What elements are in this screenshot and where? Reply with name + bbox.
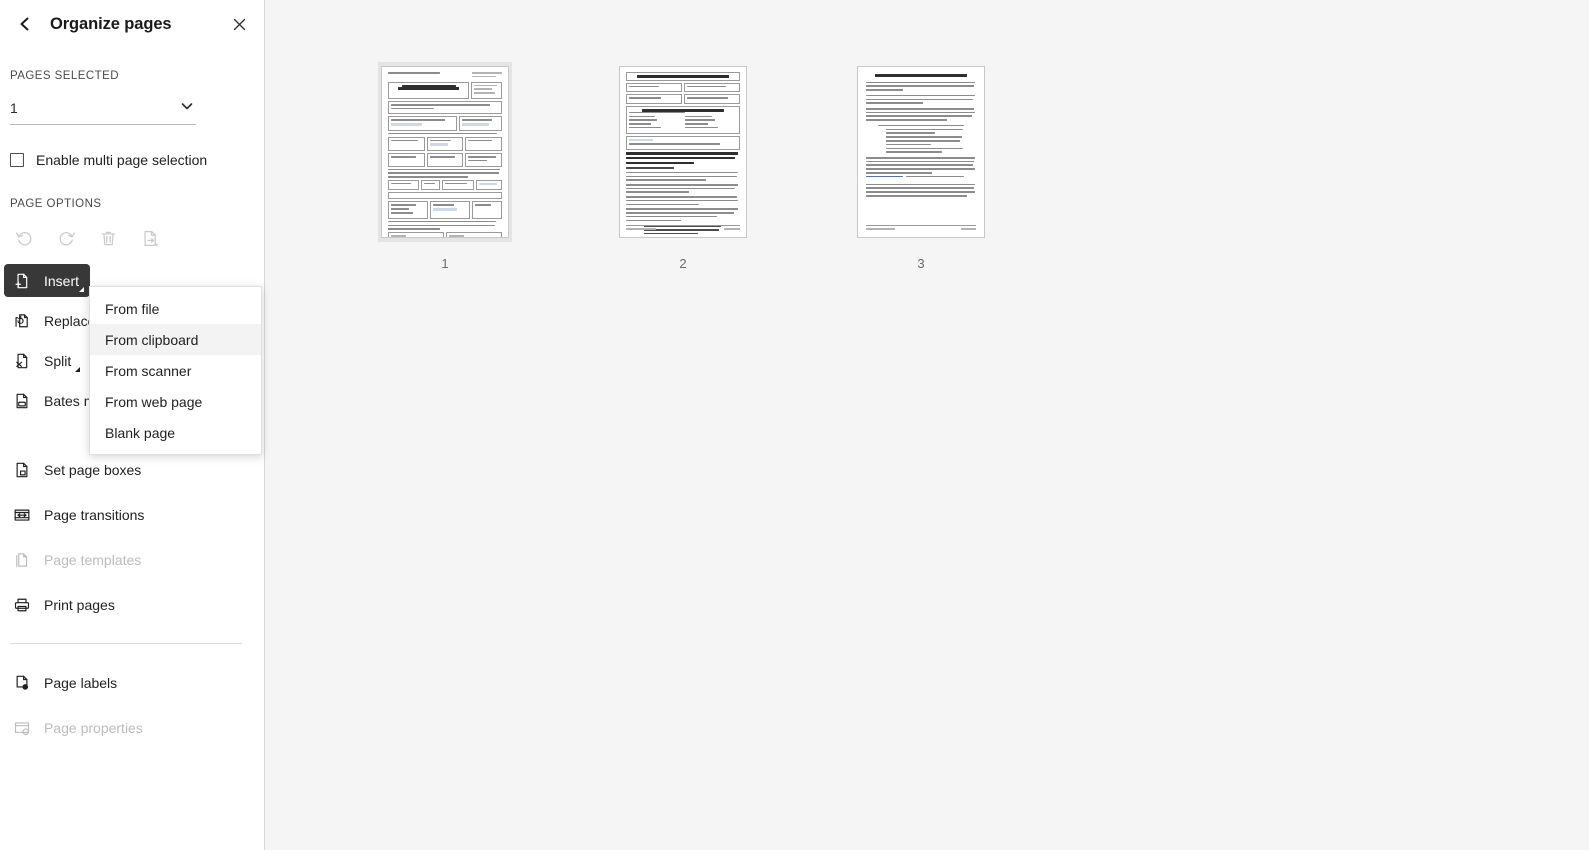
thumbnail-grid: 1 2 3 bbox=[265, 0, 1589, 271]
page-boxes-icon bbox=[12, 460, 32, 480]
set-page-boxes-label: Set page boxes bbox=[44, 461, 142, 478]
chevron-down-icon bbox=[75, 367, 80, 372]
organize-pages-screen: Organize pages PAGES SELECTED 1 Enable m… bbox=[0, 0, 1589, 850]
chevron-left-icon[interactable] bbox=[14, 13, 36, 35]
close-icon[interactable] bbox=[228, 13, 250, 35]
thumbnail-caption: 1 bbox=[441, 256, 449, 271]
page-preview bbox=[857, 66, 985, 238]
thumbnail-caption: 3 bbox=[917, 256, 925, 271]
checkbox-box bbox=[10, 153, 24, 167]
split-button-label: Split bbox=[44, 352, 72, 369]
rotate-left-icon[interactable] bbox=[10, 224, 38, 252]
page-transitions-label: Page transitions bbox=[44, 506, 145, 523]
menu-item-label: From clipboard bbox=[105, 331, 199, 348]
thumbnail-cell[interactable]: 3 bbox=[854, 62, 988, 271]
sidebar-divider bbox=[10, 643, 242, 644]
menu-item-from-file[interactable]: From file bbox=[90, 293, 261, 324]
page-templates-label: Page templates bbox=[44, 551, 142, 568]
menu-item-from-scanner[interactable]: From scanner bbox=[90, 355, 261, 386]
chevron-down-icon bbox=[180, 99, 194, 113]
page-labels-icon bbox=[12, 673, 32, 693]
print-pages-label: Print pages bbox=[44, 596, 115, 613]
page-transitions-icon bbox=[12, 505, 32, 525]
enable-multi-page-selection-label: Enable multi page selection bbox=[36, 152, 208, 168]
menu-item-from-clipboard[interactable]: From clipboard bbox=[90, 324, 261, 355]
menu-item-label: From web page bbox=[105, 393, 203, 410]
organize-pages-sidebar: Organize pages PAGES SELECTED 1 Enable m… bbox=[0, 0, 265, 850]
insert-dropdown-menu: From file From clipboard From scanner Fr… bbox=[89, 286, 262, 455]
page-templates-icon bbox=[12, 550, 32, 570]
pages-selected-dropdown[interactable]: 1 bbox=[10, 92, 196, 125]
page-transitions-button[interactable]: Page transitions bbox=[4, 498, 260, 531]
page-properties-button[interactable]: Page properties bbox=[4, 711, 260, 744]
thumbnail-frame-selected[interactable] bbox=[378, 62, 512, 242]
pages-selected-value: 1 bbox=[10, 100, 18, 116]
thumbnail-caption: 2 bbox=[679, 256, 687, 271]
thumbnail-cell[interactable]: 2 bbox=[616, 62, 750, 271]
split-page-icon bbox=[12, 351, 32, 371]
set-page-boxes-button[interactable]: Set page boxes bbox=[4, 453, 260, 486]
page-quick-actions bbox=[10, 224, 264, 252]
page-preview bbox=[619, 66, 747, 238]
printer-icon bbox=[12, 595, 32, 615]
extract-icon[interactable] bbox=[136, 224, 164, 252]
replace-page-icon bbox=[12, 311, 32, 331]
page-secondary-tools: Set page boxes Page transitions Page tem… bbox=[0, 453, 264, 621]
page-title: Organize pages bbox=[50, 14, 172, 33]
split-button[interactable]: Split bbox=[4, 344, 86, 377]
page-properties-icon bbox=[12, 718, 32, 738]
print-pages-button[interactable]: Print pages bbox=[4, 588, 260, 621]
menu-item-label: From file bbox=[105, 300, 160, 317]
insert-button[interactable]: Insert bbox=[4, 264, 90, 297]
menu-item-label: Blank page bbox=[105, 424, 176, 441]
insert-button-label: Insert bbox=[44, 272, 80, 289]
replace-button-label: Replace bbox=[44, 312, 96, 329]
chevron-down-icon bbox=[79, 287, 84, 292]
thumbnail-frame[interactable] bbox=[616, 62, 750, 242]
page-options-label: PAGE OPTIONS bbox=[10, 198, 102, 210]
page-tertiary-tools: Page labels Page properties bbox=[0, 666, 264, 744]
delete-icon[interactable] bbox=[94, 224, 122, 252]
rotate-right-icon[interactable] bbox=[52, 224, 80, 252]
page-templates-button[interactable]: Page templates bbox=[4, 543, 260, 576]
page-thumbnail-canvas: 1 2 3 bbox=[265, 0, 1589, 850]
page-preview bbox=[381, 66, 509, 238]
page-labels-button[interactable]: Page labels bbox=[4, 666, 260, 699]
page-labels-label: Page labels bbox=[44, 674, 118, 691]
thumbnail-frame[interactable] bbox=[854, 62, 988, 242]
page-properties-label: Page properties bbox=[44, 719, 143, 736]
thumbnail-cell[interactable]: 1 bbox=[378, 62, 512, 271]
bates-numbering-icon bbox=[12, 391, 32, 411]
menu-item-from-web-page[interactable]: From web page bbox=[90, 386, 261, 417]
pages-selected-label: PAGES SELECTED bbox=[10, 70, 119, 82]
menu-item-label: From scanner bbox=[105, 362, 192, 379]
insert-page-icon bbox=[12, 271, 32, 291]
enable-multi-page-selection-checkbox[interactable]: Enable multi page selection bbox=[10, 152, 254, 168]
menu-item-blank-page[interactable]: Blank page bbox=[90, 417, 261, 448]
panel-header: Organize pages bbox=[0, 0, 264, 48]
